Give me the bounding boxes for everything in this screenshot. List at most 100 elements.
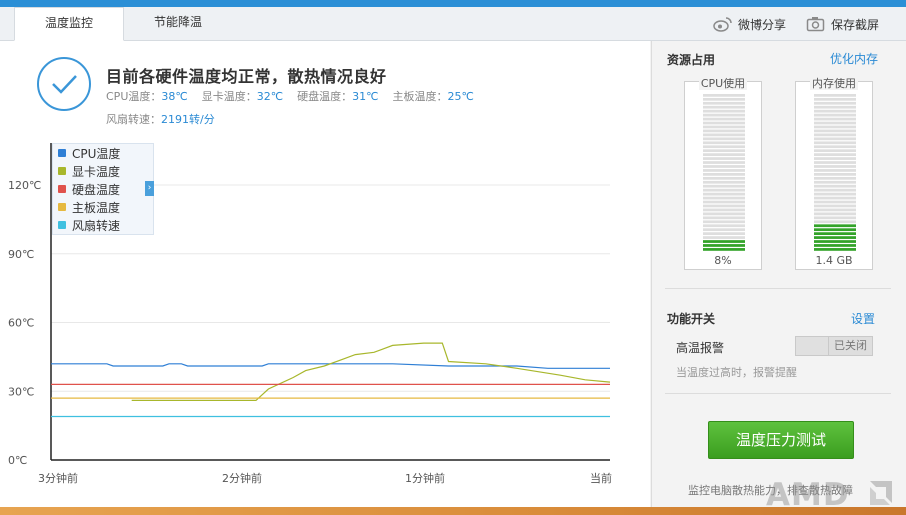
legend-swatch	[58, 221, 66, 229]
usage-cell-empty	[814, 113, 856, 117]
alarm-hint: 当温度过高时，报警提醒	[676, 366, 797, 379]
usage-cell-empty	[814, 141, 856, 145]
toggle-state: 已关闭	[829, 337, 872, 355]
usage-cell-empty	[703, 97, 745, 101]
sub-toolbar: 温度监控 节能降温 微博分享 保存截屏	[0, 7, 906, 41]
usage-cell-filled	[814, 236, 856, 239]
tab-temperature-monitor[interactable]: 温度监控	[14, 7, 124, 41]
y-tick-label: 120℃	[8, 179, 41, 192]
usage-cell-empty	[703, 173, 745, 176]
legend-label: 主板温度	[72, 200, 121, 215]
usage-cell-empty	[814, 121, 856, 125]
temperature-readouts: CPU温度：38℃ 显卡温度：32℃ 硬盘温度：31℃ 主板温度：25℃	[106, 88, 488, 104]
cpu-usage-bar	[703, 94, 745, 251]
memory-usage-meter: 内存使用 1.4 GB	[795, 77, 873, 270]
usage-cell-empty	[703, 228, 745, 232]
legend-item-board[interactable]: 主板温度	[58, 198, 120, 216]
gpu-temp-value: 32℃	[256, 90, 284, 103]
usage-cell-empty	[814, 125, 856, 129]
usage-cell-empty	[703, 196, 745, 200]
series-line-0	[51, 363, 610, 369]
x-tick-label: 当前	[590, 471, 612, 485]
usage-cell-filled	[814, 248, 856, 251]
cpu-usage-value: 8%	[714, 254, 732, 267]
weibo-share-label: 微博分享	[738, 17, 787, 32]
usage-cell-empty	[814, 188, 856, 192]
usage-cell-empty	[703, 208, 745, 212]
series-line-1	[131, 342, 611, 401]
usage-cell-empty	[703, 157, 745, 160]
usage-cell-empty	[814, 176, 856, 180]
usage-cell-empty	[814, 169, 856, 172]
usage-cell-empty	[814, 196, 856, 200]
disk-temp-value: 31℃	[352, 90, 379, 103]
legend-label: 风扇转速	[72, 218, 121, 233]
settings-link[interactable]: 设置	[851, 310, 875, 327]
usage-cell-filled	[814, 232, 856, 235]
usage-cell-empty	[703, 161, 745, 164]
save-screenshot-button[interactable]: 保存截屏	[806, 14, 879, 34]
legend-swatch	[58, 149, 66, 157]
usage-cell-empty	[814, 157, 856, 160]
usage-cell-empty	[703, 169, 745, 172]
memory-usage-value: 1.4 GB	[815, 254, 853, 267]
usage-cell-empty	[814, 184, 856, 188]
tab-energy-cooling[interactable]: 节能降温	[124, 7, 232, 40]
x-tick-label: 1分钟前	[405, 471, 445, 485]
legend-label: CPU温度	[72, 146, 121, 161]
high-temp-alarm-label: 高温报警	[676, 341, 725, 355]
status-headline: 目前各硬件温度均正常，散热情况良好	[106, 67, 387, 86]
usage-cell-empty	[703, 236, 745, 239]
usage-cell-empty	[703, 129, 745, 133]
usage-cell-empty	[814, 117, 856, 121]
usage-cell-empty	[703, 216, 745, 220]
fan-speed-value: 2191转/分	[161, 113, 215, 126]
usage-cell-empty	[814, 165, 856, 168]
usage-cell-empty	[814, 133, 856, 137]
usage-cell-empty	[814, 109, 856, 113]
usage-cell-empty	[814, 220, 856, 224]
usage-cell-empty	[703, 141, 745, 145]
usage-cell-empty	[703, 220, 745, 224]
usage-cell-filled	[703, 248, 745, 251]
cpu-usage-meter: CPU使用 8%	[684, 77, 762, 270]
usage-cell-empty	[814, 101, 856, 105]
divider	[665, 288, 891, 289]
usage-cell-empty	[703, 101, 745, 105]
usage-cell-empty	[814, 161, 856, 164]
usage-cell-empty	[814, 129, 856, 133]
high-temp-alarm-toggle[interactable]: 已关闭	[795, 336, 873, 356]
divider	[665, 393, 891, 394]
usage-cell-empty	[814, 216, 856, 220]
window-bottom-edge	[0, 507, 906, 515]
y-tick-label: 90℃	[8, 248, 34, 261]
usage-cell-empty	[703, 149, 745, 153]
usage-cell-empty	[703, 145, 745, 149]
legend-collapse-arrow-icon[interactable]: ›	[145, 181, 154, 196]
weibo-icon	[713, 17, 732, 32]
usage-cell-empty	[703, 204, 745, 208]
usage-cell-filled	[703, 240, 745, 243]
chart-legend[interactable]: CPU温度 显卡温度 硬盘温度 主板温度 风扇转速	[52, 143, 154, 235]
usage-cell-empty	[703, 117, 745, 121]
x-tick-label: 2分钟前	[222, 471, 262, 485]
usage-cell-empty	[814, 173, 856, 176]
weibo-share-button[interactable]: 微博分享	[713, 14, 786, 34]
fan-readout: 风扇转速：2191转/分	[106, 111, 215, 127]
usage-cell-filled	[703, 244, 745, 247]
optimize-memory-link[interactable]: 优化内存	[830, 50, 878, 67]
legend-item-fan[interactable]: 风扇转速	[58, 216, 120, 234]
toggle-knob	[796, 337, 829, 355]
save-screenshot-label: 保存截屏	[831, 17, 880, 32]
legend-item-cpu[interactable]: CPU温度	[58, 144, 120, 162]
stress-test-button[interactable]: 温度压力测试	[708, 421, 854, 459]
legend-item-disk[interactable]: 硬盘温度	[58, 180, 120, 198]
legend-label: 显卡温度	[72, 164, 121, 179]
usage-cell-empty	[814, 208, 856, 212]
usage-cell-empty	[814, 204, 856, 208]
legend-label: 硬盘温度	[72, 182, 121, 197]
cpu-temp-value: 38℃	[161, 90, 188, 103]
legend-item-gpu[interactable]: 显卡温度	[58, 162, 120, 180]
usage-cell-empty	[814, 145, 856, 149]
cpu-temp-label: CPU温度：	[106, 90, 162, 103]
